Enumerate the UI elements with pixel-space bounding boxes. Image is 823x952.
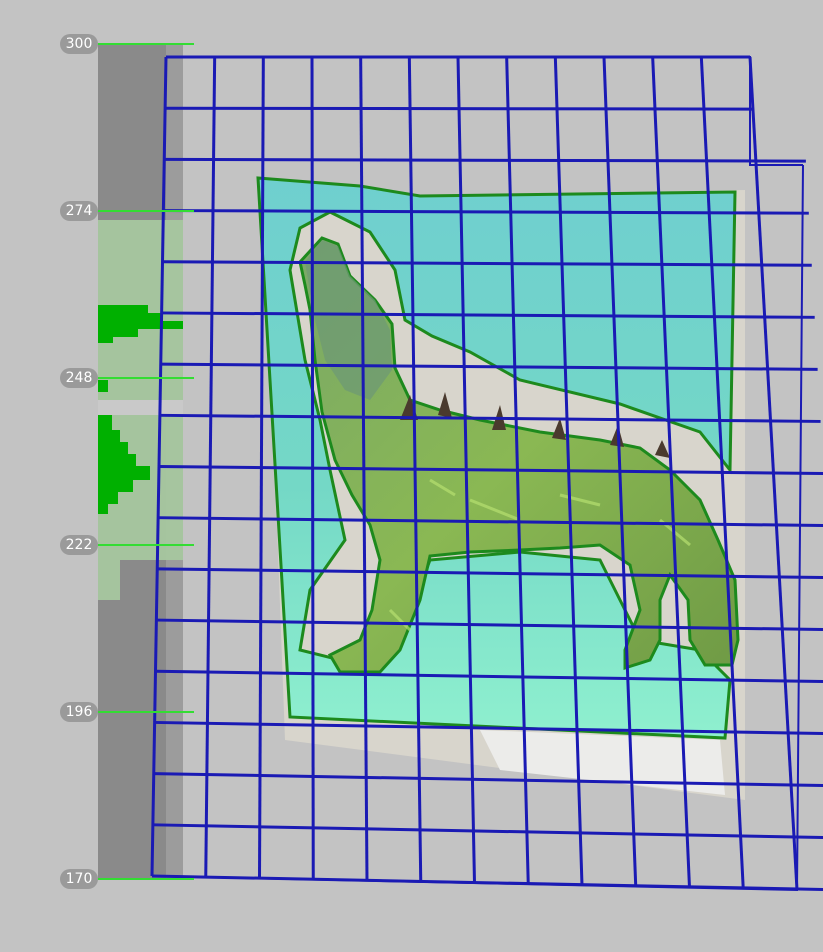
tick-line-196 [98,711,194,713]
tick-label-196: 196 [60,702,98,722]
grid-line-horizontal [164,157,806,163]
tick-label-170: 170 [60,869,98,889]
photo-highlight [480,730,725,795]
tick-label-274: 274 [60,201,98,221]
grid-line-horizontal [165,106,753,111]
depth-viewport[interactable]: 300 274 248 222 196 170 [0,0,823,952]
histogram-light-band [98,400,183,415]
tick-line-222 [98,544,194,546]
tick-line-274 [98,210,194,212]
tick-label-248: 248 [60,368,98,388]
tick-label-222: 222 [60,535,98,555]
tick-label-300: 300 [60,34,98,54]
tick-line-300 [98,43,194,45]
scene-canvas[interactable] [0,0,823,952]
grid-line-horizontal [152,823,823,840]
tick-line-170 [98,878,194,880]
tick-line-248 [98,377,194,379]
